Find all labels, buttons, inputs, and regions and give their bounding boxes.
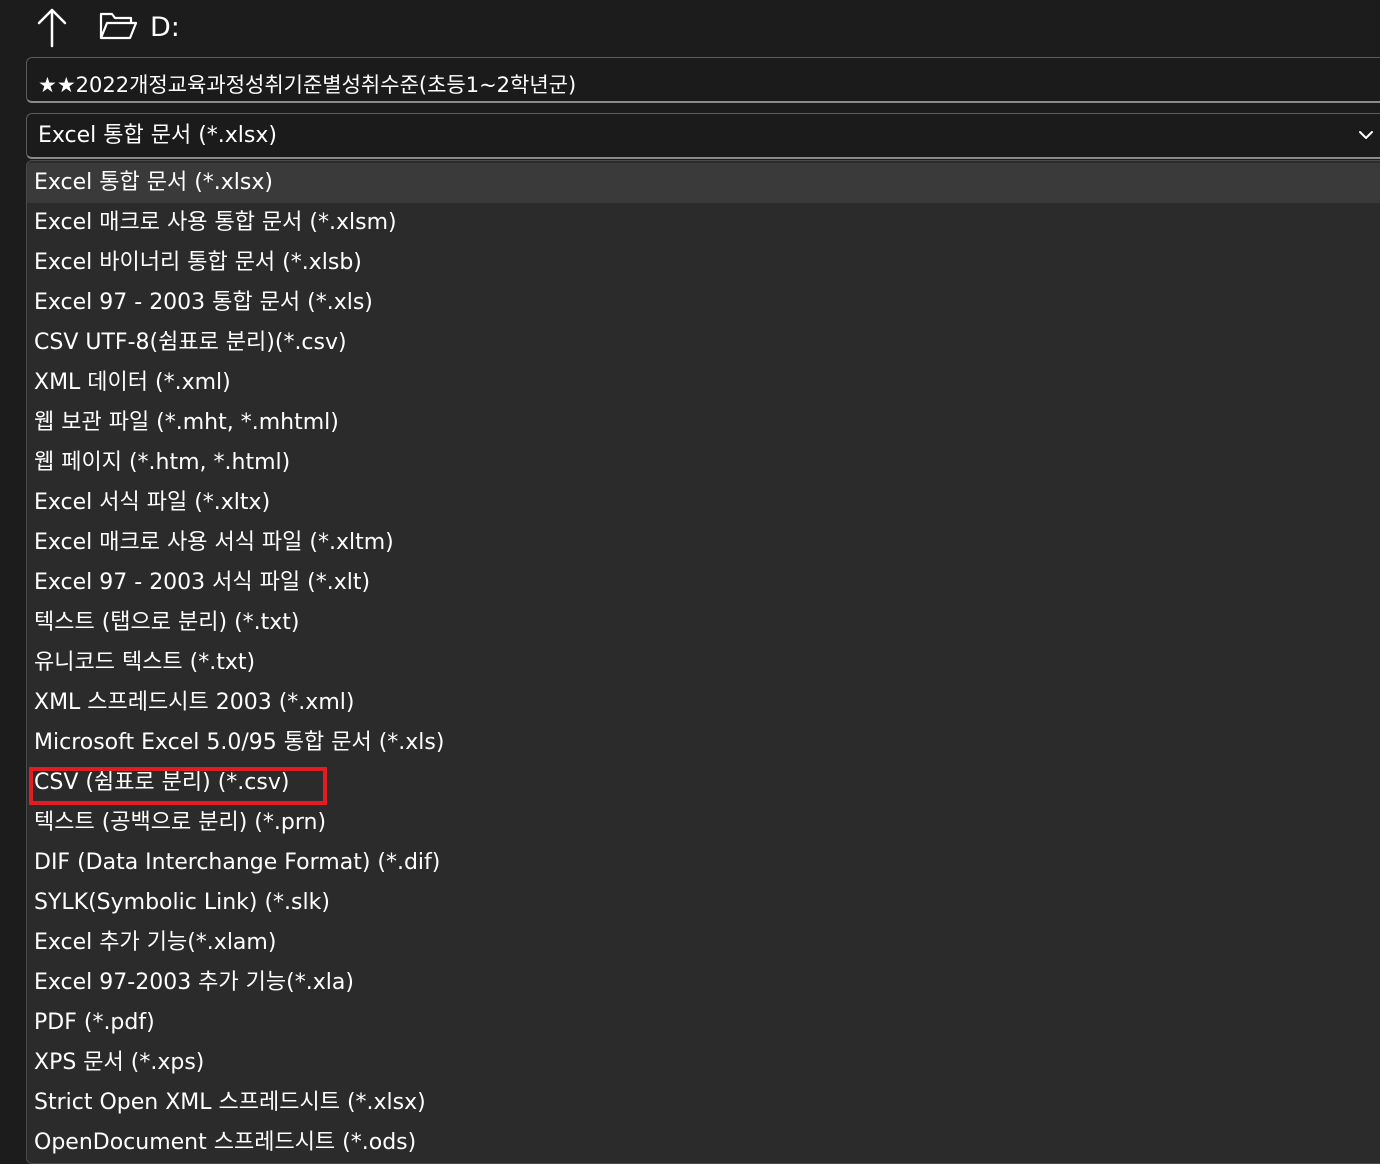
filetype-option[interactable]: 텍스트 (공백으로 분리) (*.prn) <box>27 803 1380 843</box>
navigation-bar: D: <box>0 0 1380 56</box>
current-path-label[interactable]: D: <box>150 8 180 48</box>
filetype-option[interactable]: Excel 97-2003 추가 기능(*.xla) <box>27 963 1380 1003</box>
filetype-option[interactable]: Microsoft Excel 5.0/95 통합 문서 (*.xls) <box>27 723 1380 763</box>
filetype-option[interactable]: XML 스프레드시트 2003 (*.xml) <box>27 683 1380 723</box>
filetype-option[interactable]: CSV UTF-8(쉼표로 분리)(*.csv) <box>27 323 1380 363</box>
filetype-option[interactable]: XML 데이터 (*.xml) <box>27 363 1380 403</box>
filetype-option[interactable]: DIF (Data Interchange Format) (*.dif) <box>27 843 1380 883</box>
filetype-option[interactable]: 텍스트 (탭으로 분리) (*.txt) <box>27 603 1380 643</box>
filetype-option[interactable]: XPS 문서 (*.xps) <box>27 1043 1380 1083</box>
filetype-option[interactable]: SYLK(Symbolic Link) (*.slk) <box>27 883 1380 923</box>
filetype-option[interactable]: PDF (*.pdf) <box>27 1003 1380 1043</box>
filetype-option[interactable]: Excel 바이너리 통합 문서 (*.xlsb) <box>27 243 1380 283</box>
filetype-option[interactable]: Excel 97 - 2003 통합 문서 (*.xls) <box>27 283 1380 323</box>
filetype-option[interactable]: CSV (쉼표로 분리) (*.csv) <box>27 763 1380 803</box>
filetype-option[interactable]: 웹 보관 파일 (*.mht, *.mhtml) <box>27 403 1380 443</box>
filetype-option[interactable]: 웹 페이지 (*.htm, *.html) <box>27 443 1380 483</box>
filetype-option[interactable]: Excel 추가 기능(*.xlam) <box>27 923 1380 963</box>
filetype-option[interactable]: OpenDocument 스프레드시트 (*.ods) <box>27 1123 1380 1163</box>
filetype-option[interactable]: 유니코드 텍스트 (*.txt) <box>27 643 1380 683</box>
filetype-option[interactable]: Excel 97 - 2003 서식 파일 (*.xlt) <box>27 563 1380 603</box>
filetype-option[interactable]: Excel 매크로 사용 서식 파일 (*.xltm) <box>27 523 1380 563</box>
chevron-down-icon <box>1359 131 1373 139</box>
filetype-option[interactable]: Excel 통합 문서 (*.xlsx) <box>27 163 1380 203</box>
filetype-selected-value: Excel 통합 문서 (*.xlsx) <box>38 123 277 148</box>
filetype-option[interactable]: Excel 서식 파일 (*.xltx) <box>27 483 1380 523</box>
filename-value: ★★2022개정교육과정성취기준별성취수준(초등1~2학년군) <box>38 73 577 97</box>
filetype-options-list[interactable]: Excel 통합 문서 (*.xlsx) Excel 매크로 사용 통합 문서 (… <box>26 160 1380 1164</box>
folder-open-icon <box>98 10 138 42</box>
up-button[interactable] <box>32 6 72 50</box>
filename-input[interactable]: ★★2022개정교육과정성취기준별성취수준(초등1~2학년군) <box>26 57 1380 103</box>
filetype-dropdown[interactable]: Excel 통합 문서 (*.xlsx) <box>26 113 1380 159</box>
filetype-option[interactable]: Excel 매크로 사용 통합 문서 (*.xlsm) <box>27 203 1380 243</box>
filetype-option[interactable]: Strict Open XML 스프레드시트 (*.xlsx) <box>27 1083 1380 1123</box>
arrow-up-icon <box>37 8 67 48</box>
